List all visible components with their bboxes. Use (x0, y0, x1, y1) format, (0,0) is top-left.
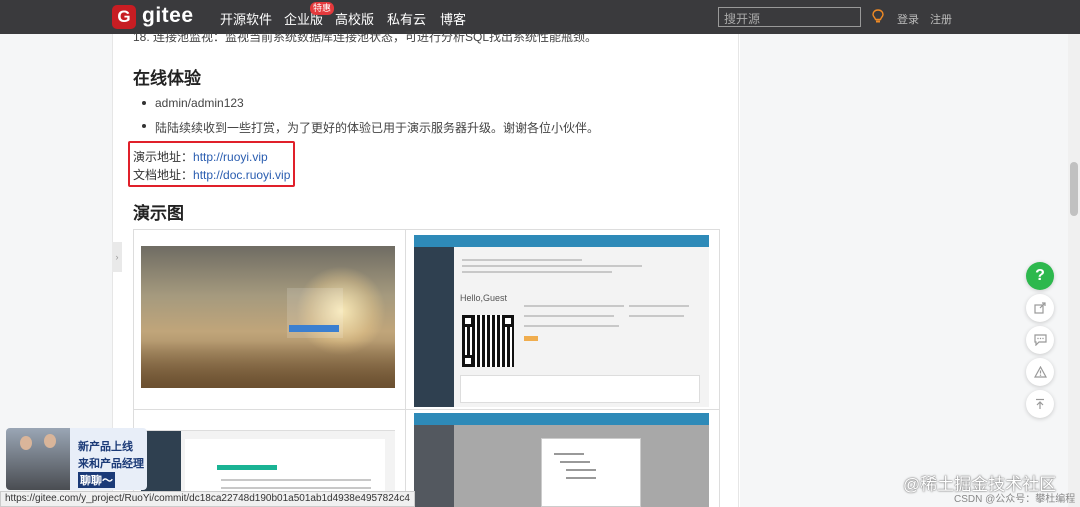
help-button[interactable]: ? (1026, 262, 1054, 290)
text-row (221, 487, 371, 489)
highlight-box (128, 141, 295, 187)
nav-education[interactable]: 高校版 (335, 9, 374, 28)
register-link[interactable]: 注册 (930, 11, 952, 27)
promo-photo (6, 428, 70, 490)
brand-name[interactable]: gitee (142, 4, 194, 28)
qr-corner (462, 355, 474, 367)
text-row (524, 325, 619, 327)
stats-panel-thumb (460, 375, 700, 403)
tag-thumb (524, 336, 538, 341)
login-screenshot[interactable] (141, 246, 395, 388)
back-to-top-button[interactable] (1026, 390, 1054, 418)
page-background-right (740, 34, 1068, 507)
grass-foreground (141, 341, 395, 388)
comment-icon (1033, 334, 1047, 347)
status-bar-url: https://gitee.com/y_project/RuoYi/commit… (0, 491, 415, 507)
promo-line-3: 聊聊～ (78, 472, 115, 488)
login-link[interactable]: 登录 (897, 11, 919, 27)
admin-topbar-thumb (414, 235, 709, 247)
report-button[interactable] (1026, 358, 1054, 386)
tree-dialog-thumb (541, 438, 641, 507)
admin-sidebar-thumb (414, 247, 454, 407)
section-title-screenshots: 演示图 (133, 204, 184, 223)
hello-guest-text: Hello,Guest (460, 293, 508, 303)
toolbar-thumb (217, 465, 277, 470)
sidebar-toggle[interactable]: › (112, 242, 122, 272)
lightbulb-icon[interactable] (872, 9, 884, 24)
warning-icon (1033, 365, 1047, 378)
text-row (524, 315, 614, 317)
text-row (629, 315, 684, 317)
promo-line-2: 来和产品经理 (78, 458, 144, 470)
scrollbar-thumb[interactable] (1070, 162, 1078, 216)
person-face (44, 434, 56, 448)
nav-blog[interactable]: 博客 (440, 9, 466, 28)
search-input[interactable]: 搜开源 (718, 7, 861, 27)
text-row (221, 479, 371, 481)
comment-button[interactable] (1026, 326, 1054, 354)
admin-topbar-thumb (141, 419, 395, 431)
product-promo-card[interactable]: 新产品上线 来和产品经理 聊聊～ (6, 428, 147, 490)
text-row (524, 305, 624, 307)
nav-private-cloud[interactable]: 私有云 (387, 9, 426, 28)
back-to-top-icon (1036, 398, 1044, 409)
login-button-thumb (289, 325, 339, 332)
gitee-logo-icon[interactable]: G (112, 5, 136, 29)
scrollbar-track[interactable] (1068, 34, 1080, 507)
list-bullet (142, 101, 146, 105)
share-icon (1034, 302, 1046, 314)
admin-sidebar-thumb (414, 425, 454, 507)
tree-node (560, 461, 590, 463)
promo-badge: 特惠 (310, 2, 335, 15)
tree-dialog-screenshot[interactable] (414, 413, 709, 507)
tree-node (566, 469, 596, 471)
section-title-online-demo: 在线体验 (133, 69, 201, 88)
list-item: admin/admin123 (155, 96, 244, 110)
person-face (20, 436, 32, 450)
tree-node (566, 477, 596, 479)
share-button[interactable] (1026, 294, 1054, 322)
text-row (462, 265, 642, 267)
admin-home-screenshot[interactable]: Hello,Guest (414, 235, 709, 407)
watermark-csdn: CSDN @公众号：攀杜编程 (954, 494, 1076, 505)
nav-open-source[interactable]: 开源软件 (220, 9, 272, 28)
text-row (462, 271, 612, 273)
qr-corner (502, 315, 514, 327)
list-item: 陆陆续续收到一些打赏，为了更好的体验已用于演示服务器升级。谢谢各位小伙伴。 (155, 121, 600, 135)
promo-line-1: 新产品上线 (78, 441, 133, 453)
list-bullet (142, 124, 146, 128)
tree-node (554, 453, 584, 455)
feature-item-18: 18. 连接池监视：监视当前系统数据库连接池状态，可进行分析SQL找出系统性能瓶… (133, 30, 598, 44)
text-row (629, 305, 689, 307)
qr-corner (462, 315, 474, 327)
text-row (462, 259, 582, 261)
admin-topbar-thumb (414, 413, 709, 425)
